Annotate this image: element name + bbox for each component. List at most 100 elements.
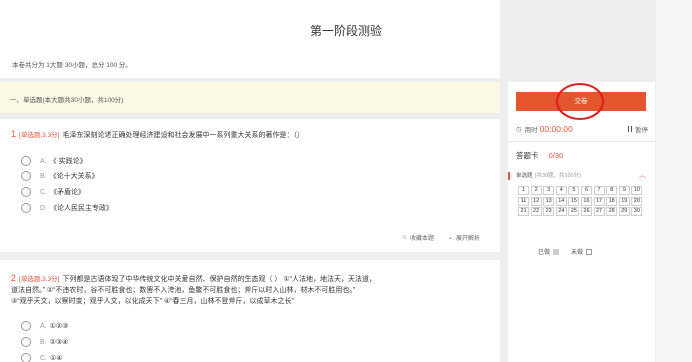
legend-done: 已做 (538, 247, 560, 256)
question-number: 1 (11, 129, 17, 139)
answer-cell[interactable]: 17 (593, 196, 605, 206)
question-stem: 1 [单选题,3.3分] 毛泽东深刻论述正确处理经济建设和社会发展中一系列重大关系的… (11, 129, 491, 141)
option-text: 《矛盾论》 (50, 189, 85, 196)
answer-cell[interactable]: 2 (530, 186, 542, 195)
question-text: 毛泽东深刻论述正确处理经济建设和社会发展中一系列重大关系的著作是：（） (62, 132, 304, 139)
page-title: 第一阶段测验 (309, 24, 382, 38)
option-text: 《论十大关系》 (49, 173, 99, 180)
answer-cell[interactable]: 30 (631, 207, 643, 217)
answer-cell[interactable]: 14 (555, 196, 567, 206)
answer-cell[interactable]: 23 (543, 207, 555, 217)
pause-icon (627, 126, 632, 132)
expand-label: 展开解析 (455, 236, 480, 242)
answer-card-section[interactable]: 单选题 (共30题，共100分) ︿ (516, 170, 646, 180)
option-letter: C. (40, 354, 47, 362)
answer-cell[interactable]: 25 (568, 207, 580, 217)
answer-cell[interactable]: 6 (580, 186, 592, 195)
legend: 已做 未做 (538, 247, 593, 256)
option-text: 《论人民民主专政》 (50, 205, 113, 212)
option-b[interactable]: B. ②③④ (21, 337, 68, 347)
answer-cell[interactable]: 21 (518, 207, 529, 217)
option-b[interactable]: B. 《论十大关系》 (21, 171, 99, 181)
timer-row: ◷ 用时 00:00:00 暂停 (516, 124, 648, 134)
question-line: 2 [单选题,3.3分] 下列都是古语体现了中华传统文化中关爱自然、保护自然的生态观… (11, 273, 491, 285)
option-letter: B. (40, 338, 47, 346)
answer-cell[interactable]: 28 (606, 207, 618, 217)
radio-icon[interactable] (21, 203, 31, 213)
section-detail: (共30题，共100分) (534, 173, 581, 179)
option-letter: A. (40, 157, 47, 165)
answer-cell[interactable]: 11 (518, 196, 529, 206)
section-accent-bar (508, 172, 510, 180)
answer-grid: 1 2 3 4 5 6 7 8 9 10 11 12 13 14 15 16 17 18 19 20 21 22 23 24 2… (518, 186, 643, 217)
question-card: 2 [单选题,3.3分] 下列都是古语体现了中华传统文化中关爱自然、保护自然的生态观… (0, 260, 500, 362)
answer-cell[interactable]: 5 (568, 186, 580, 195)
option-text: 《 实践论》 (49, 158, 87, 165)
option-letter: A. (40, 322, 47, 330)
radio-icon[interactable] (21, 353, 31, 362)
radio-icon[interactable] (21, 187, 31, 197)
option-letter: D. (40, 204, 47, 212)
done-swatch (553, 248, 560, 255)
radio-icon[interactable] (21, 156, 31, 166)
favorite-button[interactable]: ☆ 收藏本题 (402, 233, 434, 242)
answer-cell[interactable]: 26 (580, 207, 592, 217)
answer-cell[interactable]: 18 (606, 196, 618, 206)
pause-label: 暂停 (635, 127, 648, 134)
option-c[interactable]: C. ①④ (21, 353, 63, 362)
option-letter: C. (40, 188, 47, 196)
answer-cell[interactable]: 15 (568, 196, 580, 206)
answer-cell[interactable]: 1 (518, 186, 529, 195)
chevron-up-icon[interactable]: ︿ (639, 170, 646, 180)
answer-cell[interactable]: 4 (555, 186, 567, 195)
radio-icon[interactable] (21, 171, 31, 181)
answer-cell[interactable]: 24 (555, 207, 567, 217)
answer-cell[interactable]: 27 (593, 207, 605, 217)
answer-card-label: 答题卡 (516, 151, 539, 160)
timer-label: 用时 (524, 127, 538, 134)
question-line: ③“观乎天文，以察时变；观乎人文，以化成天下” ④“春三月，山林不登斧斤，以成草… (11, 298, 294, 305)
answer-cell[interactable]: 3 (543, 186, 555, 195)
answer-cell[interactable]: 20 (631, 196, 643, 206)
radio-icon[interactable] (21, 321, 31, 331)
expand-analysis-button[interactable]: ⌄ 展开解析 (448, 233, 480, 242)
option-text: ②③④ (49, 339, 69, 346)
answer-card-header: 答题卡 0/30 (516, 150, 563, 161)
main-content: 本卷共分为 1大题 30小题，总分 100 分。 一、单选题(本大题共30小题，… (0, 0, 500, 362)
answer-count: 0/30 (548, 151, 564, 160)
legend-done-label: 已做 (538, 250, 551, 256)
right-gutter (656, 0, 692, 362)
answer-cell[interactable]: 12 (530, 196, 542, 206)
section-name: 单选题 (516, 173, 533, 179)
section-label: 一、单选题(本大题共30小题，共100分) (10, 97, 124, 104)
clock-icon: ◷ (516, 126, 522, 133)
legend-undone-label: 未做 (571, 250, 584, 256)
answer-cell[interactable]: 19 (618, 196, 630, 206)
star-icon: ☆ (401, 235, 407, 241)
answer-cell[interactable]: 13 (543, 196, 555, 206)
favorite-label: 收藏本题 (409, 236, 434, 242)
section-header: 一、单选题(本大题共30小题，共100分) (0, 82, 500, 113)
answer-cell[interactable]: 10 (631, 186, 643, 195)
header-card: 本卷共分为 1大题 30小题，总分 100 分。 (0, 0, 500, 78)
question-stem: 2 [单选题,3.3分] 下列都是古语体现了中华传统文化中关爱自然、保护自然的生态观… (11, 273, 491, 307)
chevron-down-icon: ⌄ (447, 235, 453, 241)
pause-button[interactable]: 暂停 (627, 124, 648, 134)
question-text: 下列都是古语体现了中华传统文化中关爱自然、保护自然的生态观（ ） ①“人法地，地… (62, 276, 376, 283)
option-d[interactable]: D. 《论人民民主专政》 (21, 203, 113, 213)
answer-cell[interactable]: 8 (606, 186, 618, 195)
answer-cell[interactable]: 16 (580, 196, 592, 206)
legend-undone: 未做 (571, 247, 593, 256)
answer-cell[interactable]: 22 (530, 207, 542, 217)
answer-cell[interactable]: 29 (618, 207, 630, 217)
highlight-circle (556, 83, 604, 120)
answer-sidebar: 交卷 ◷ 用时 00:00:00 暂停 答题卡 0/30 单选题 (共30题，共… (508, 82, 655, 362)
answer-cell[interactable]: 7 (593, 186, 605, 195)
option-a[interactable]: A. ①②③ (21, 321, 68, 331)
radio-icon[interactable] (21, 337, 31, 347)
option-text: ①④ (50, 355, 63, 362)
option-a[interactable]: A. 《 实践论》 (21, 156, 87, 166)
answer-cell[interactable]: 9 (618, 186, 630, 195)
exam-summary: 本卷共分为 1大题 30小题，总分 100 分。 (12, 62, 132, 69)
option-c[interactable]: C. 《矛盾论》 (21, 187, 85, 197)
